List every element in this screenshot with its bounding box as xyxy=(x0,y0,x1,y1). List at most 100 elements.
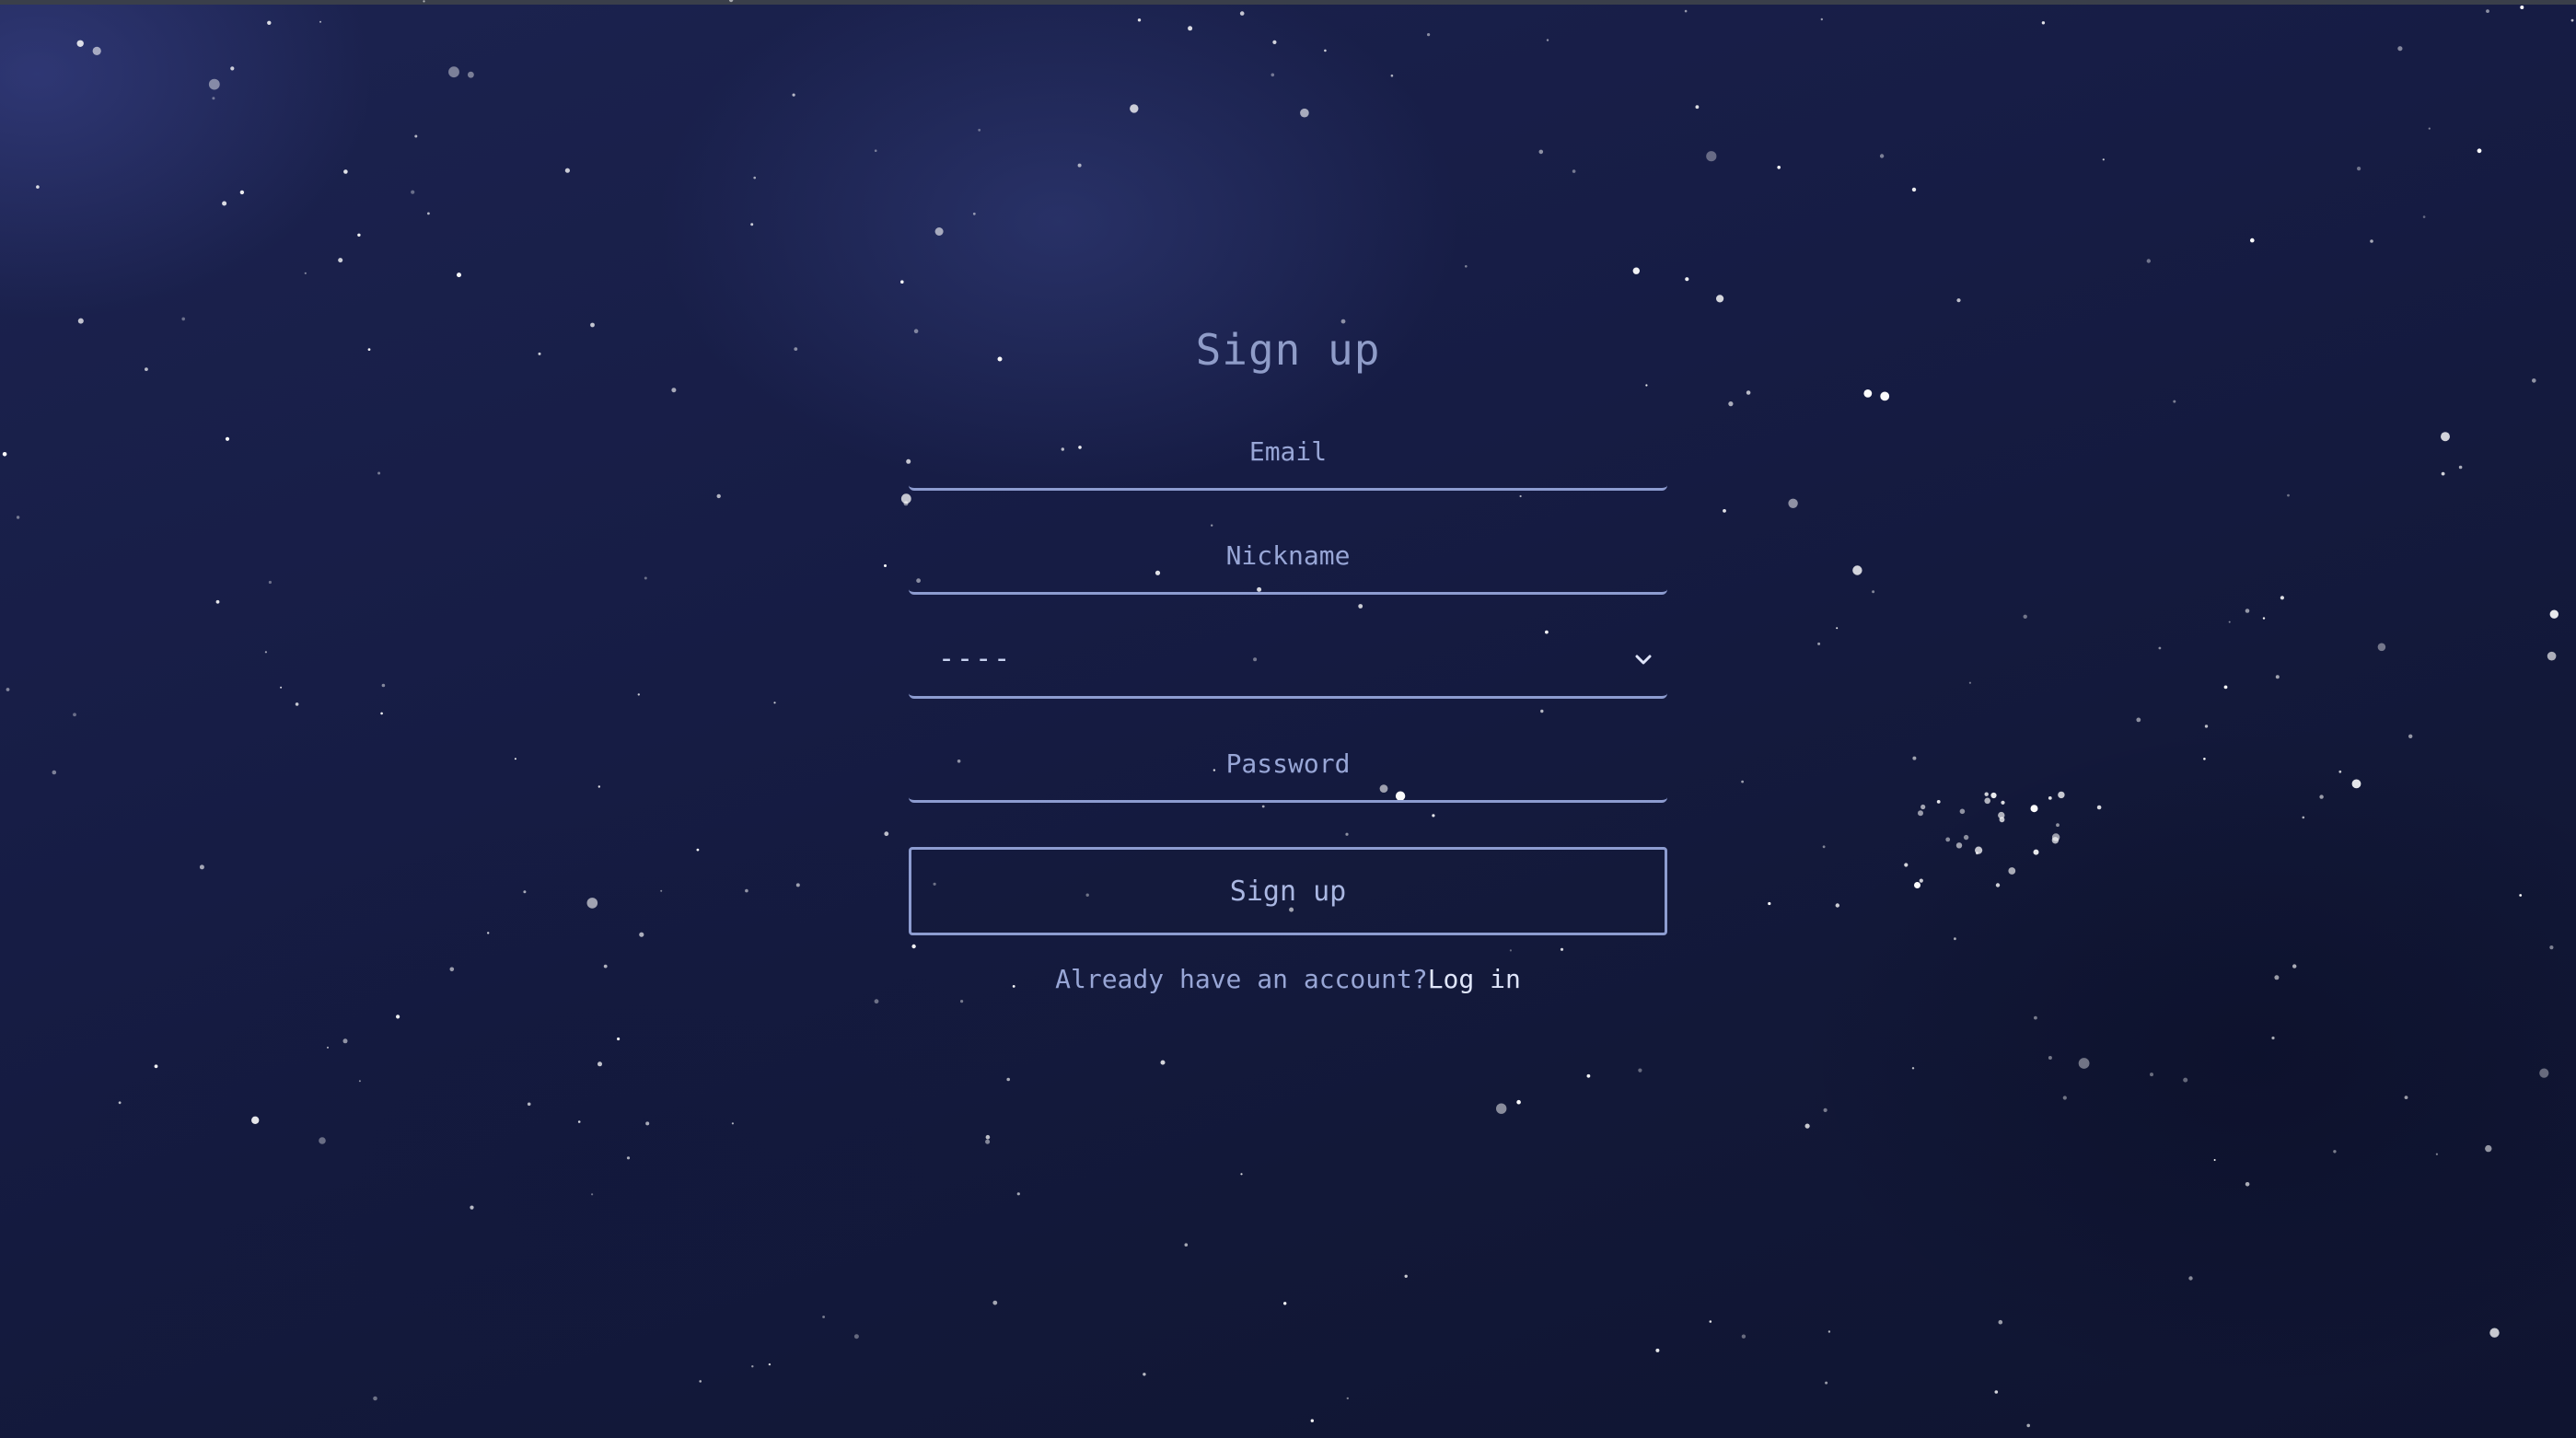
star xyxy=(639,932,644,937)
star xyxy=(319,20,321,23)
email-field[interactable] xyxy=(909,414,1667,488)
role-select-value: ---- xyxy=(938,643,1013,675)
star xyxy=(1716,295,1724,303)
star xyxy=(1984,797,1990,805)
star xyxy=(1239,11,1245,16)
star xyxy=(1968,681,1971,684)
star xyxy=(2570,18,2574,22)
star xyxy=(2519,894,2523,897)
star xyxy=(1143,1373,1146,1376)
star xyxy=(1746,390,1751,395)
star xyxy=(1184,1243,1189,1247)
star xyxy=(423,0,425,3)
star xyxy=(145,367,148,371)
star xyxy=(1918,810,1923,817)
star xyxy=(2489,1328,2500,1338)
star xyxy=(1788,498,1798,508)
star xyxy=(2370,239,2373,243)
star xyxy=(1959,808,1966,815)
star xyxy=(2136,717,2141,723)
star xyxy=(2302,816,2305,819)
star xyxy=(985,1134,991,1140)
nickname-field[interactable] xyxy=(909,518,1667,592)
star xyxy=(1390,74,1394,77)
star xyxy=(1077,163,1082,168)
star xyxy=(2056,823,2060,828)
star xyxy=(1496,1103,1507,1114)
star xyxy=(2228,620,2231,623)
password-field-container xyxy=(909,726,1667,803)
password-field[interactable] xyxy=(909,726,1667,800)
signup-form: Sign up ---- Sign up Already have an acc… xyxy=(909,313,1667,998)
star xyxy=(1324,49,1327,52)
star xyxy=(1879,154,1885,158)
star xyxy=(1706,151,1717,162)
star xyxy=(449,967,455,972)
star xyxy=(2549,945,2554,950)
star xyxy=(514,758,516,760)
star xyxy=(342,1038,348,1044)
star xyxy=(2058,791,2065,799)
star xyxy=(2096,805,2102,810)
star xyxy=(874,149,877,152)
star xyxy=(1137,18,1142,22)
nickname-field-container xyxy=(909,518,1667,595)
star xyxy=(617,1037,621,1041)
star xyxy=(411,190,415,194)
star xyxy=(457,273,461,278)
star xyxy=(358,1080,361,1083)
star xyxy=(2351,779,2361,789)
star xyxy=(295,702,299,706)
star xyxy=(2173,400,2176,403)
email-field-container xyxy=(909,414,1667,491)
star xyxy=(1684,9,1688,13)
star xyxy=(2547,651,2557,661)
star xyxy=(380,712,383,715)
star xyxy=(1465,265,1468,268)
star xyxy=(960,1000,964,1003)
login-link[interactable]: Log in xyxy=(1428,964,1521,994)
chevron-down-icon xyxy=(1635,655,1652,665)
star xyxy=(1911,187,1917,192)
star xyxy=(1310,1419,1315,1422)
star xyxy=(36,185,40,189)
star xyxy=(2146,259,2151,263)
star xyxy=(280,686,283,689)
star xyxy=(2102,158,2105,161)
role-select[interactable]: ---- xyxy=(909,622,1667,699)
star xyxy=(225,436,230,441)
star xyxy=(590,322,595,328)
star xyxy=(199,864,204,870)
star xyxy=(1272,40,1277,45)
star xyxy=(1709,1320,1712,1323)
star xyxy=(2,452,7,457)
star xyxy=(978,128,981,132)
star xyxy=(745,888,748,893)
star xyxy=(2034,1015,2037,1020)
star xyxy=(2158,646,2162,650)
star xyxy=(853,1334,859,1339)
star xyxy=(2357,167,2361,171)
star xyxy=(1852,565,1862,575)
star xyxy=(598,785,600,788)
star xyxy=(1016,1192,1020,1196)
star xyxy=(396,1015,400,1019)
star xyxy=(2150,1073,2153,1077)
star xyxy=(1998,811,2005,819)
star xyxy=(1945,837,1951,842)
star xyxy=(577,1120,581,1123)
star xyxy=(591,1193,594,1196)
star xyxy=(222,201,227,206)
star xyxy=(2026,1423,2030,1428)
star xyxy=(2033,849,2039,855)
signup-button[interactable]: Sign up xyxy=(909,847,1667,935)
star xyxy=(1994,1390,1999,1394)
star xyxy=(1741,1334,1746,1339)
star xyxy=(2001,800,2005,805)
star xyxy=(1998,1319,2003,1325)
star xyxy=(251,1116,260,1125)
star xyxy=(2203,758,2206,760)
star xyxy=(1835,903,1840,908)
star xyxy=(751,1365,754,1368)
star xyxy=(644,576,647,580)
